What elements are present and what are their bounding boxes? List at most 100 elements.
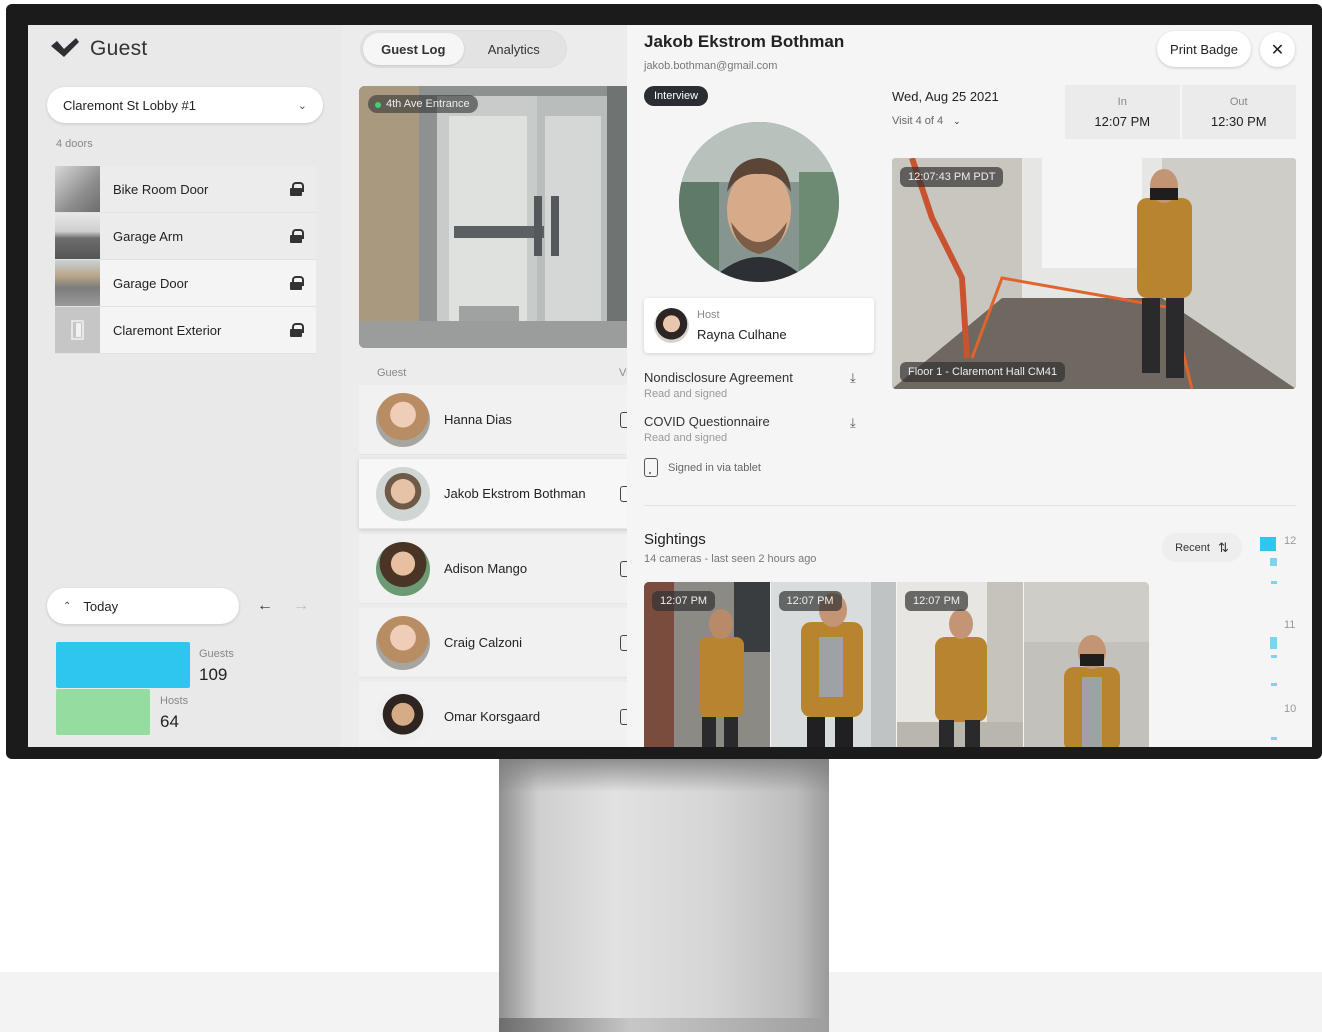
tab-analytics[interactable]: Analytics	[464, 33, 565, 65]
door-item-garage-arm[interactable]: Garage Arm	[55, 213, 316, 260]
monitor-bezel: Guest Claremont St Lobby #1 ⌄ 4 doors Bi…	[6, 4, 1322, 759]
sighting-thumbnail[interactable]	[1023, 582, 1149, 747]
sighting-camera-feed[interactable]: 12:07:43 PM PDT Floor 1 - Claremont Hall…	[892, 158, 1296, 389]
visit-number: Visit 4 of 4	[892, 115, 944, 127]
sightings-subtitle: 14 cameras - last seen 2 hours ago	[644, 553, 817, 565]
guest-column-header: Guest	[377, 367, 407, 379]
document-covid: COVID Questionnaire Read and signed	[644, 414, 770, 444]
camera-image	[359, 86, 627, 348]
sighting-time: 12:07 PM	[905, 591, 969, 611]
camera-image	[892, 158, 1296, 389]
timeline-label: 12	[1284, 535, 1297, 547]
monitor-stand-foot	[499, 1018, 829, 1032]
door-placeholder-icon	[71, 320, 84, 340]
sighting-image	[1023, 582, 1149, 747]
timeline-tick	[1270, 637, 1277, 649]
camera-label: 4th Ave Entrance	[368, 95, 478, 113]
door-thumbnail	[55, 213, 100, 259]
print-badge-button[interactable]: Print Badge	[1157, 31, 1251, 67]
site-selector-value: Claremont St Lobby #1	[63, 97, 196, 113]
camera-timestamp: 12:07:43 PM PDT	[900, 167, 1004, 187]
view-tabs: Guest Log Analytics	[360, 30, 567, 68]
download-icon[interactable]: ⤓	[850, 415, 856, 431]
period-selector[interactable]: ⌃ Today	[47, 588, 239, 624]
door-thumbnail	[55, 307, 100, 353]
guest-email[interactable]: jakob.bothman@gmail.com	[644, 60, 777, 72]
avatar	[376, 466, 430, 521]
time-in-value: 12:07 PM	[1094, 113, 1151, 129]
host-label: Host	[697, 309, 720, 321]
arrow-right-icon[interactable]: →	[293, 597, 309, 615]
app-screen: Guest Claremont St Lobby #1 ⌄ 4 doors Bi…	[28, 25, 1312, 747]
tab-guest-log[interactable]: Guest Log	[363, 33, 464, 65]
visit-selector[interactable]: Visit 4 of 4 ⌄	[892, 115, 961, 127]
close-icon[interactable]: ✕	[1260, 32, 1295, 67]
chevron-down-icon: ⌄	[297, 99, 307, 112]
guests-count: 109	[199, 665, 228, 684]
app-name: Guest	[90, 37, 148, 60]
time-out: Out 12:30 PM	[1181, 85, 1296, 139]
sightings-thumbnails: 12:07 PM 12:07 PM 12:07 PM	[644, 582, 1149, 747]
guest-row[interactable]: Hanna Dias	[359, 385, 629, 455]
avatar	[376, 541, 430, 596]
guest-name: Craig Calzoni	[444, 635, 523, 650]
guests-bar	[56, 642, 190, 688]
visit-times: In 12:07 PM Out 12:30 PM	[1065, 85, 1296, 139]
sighting-thumbnail[interactable]: 12:07 PM	[770, 582, 896, 747]
avatar	[376, 615, 430, 670]
host-avatar	[654, 308, 689, 343]
doors-count: 4 doors	[56, 138, 93, 150]
lock-icon[interactable]	[290, 182, 304, 196]
visit-date: Wed, Aug 25 2021	[892, 89, 999, 104]
guest-row[interactable]: Omar Korsgaard	[359, 682, 629, 747]
verkada-logo-icon	[51, 38, 79, 57]
timeline-tick	[1271, 683, 1277, 686]
door-label: Garage Arm	[113, 228, 184, 244]
guest-row[interactable]: Adison Mango	[359, 534, 629, 604]
sort-icon: ⇅	[1217, 539, 1229, 555]
timeline-label: 10	[1284, 703, 1297, 715]
door-label: Garage Door	[113, 275, 189, 291]
document-title: COVID Questionnaire	[644, 414, 770, 429]
chevron-down-icon: ⌄	[953, 116, 961, 126]
sighting-thumbnail[interactable]: 12:07 PM	[897, 582, 1023, 747]
document-title: Nondisclosure Agreement	[644, 370, 793, 385]
door-thumbnail	[55, 166, 100, 212]
sighting-thumbnail[interactable]: 12:07 PM	[644, 582, 770, 747]
hosts-bar	[56, 689, 150, 735]
chevron-up-icon: ⌃	[63, 600, 72, 612]
entrance-camera-feed[interactable]: 4th Ave Entrance	[359, 86, 627, 348]
guest-photo	[679, 122, 839, 282]
document-status: Read and signed	[644, 432, 728, 444]
guest-name: Jakob Ekstrom Bothman	[444, 486, 586, 501]
door-thumbnail	[55, 260, 100, 306]
timeline-marker[interactable]	[1260, 537, 1276, 551]
host-card[interactable]: Host Rayna Culhane	[644, 298, 874, 353]
download-icon[interactable]: ⤓	[850, 370, 856, 386]
guest-log-column: Guest Log Analytics 4th Ave Entrance Gue…	[341, 25, 629, 747]
brand: Guest	[50, 37, 148, 61]
hosts-label: Hosts	[160, 695, 189, 707]
sign-in-method: Signed in via tablet	[644, 458, 761, 477]
sighting-time: 12:07 PM	[652, 591, 716, 611]
visit-type-badge: Interview	[644, 86, 709, 106]
guest-photo-image	[679, 122, 839, 282]
door-item-garage-door[interactable]: Garage Door	[55, 260, 316, 307]
door-item-claremont-exterior[interactable]: Claremont Exterior	[55, 307, 316, 354]
lock-icon[interactable]	[290, 276, 304, 290]
lock-icon[interactable]	[290, 229, 304, 243]
arrow-left-icon[interactable]: ←	[257, 597, 273, 615]
timeline-tick	[1271, 581, 1277, 584]
host-name: Rayna Culhane	[697, 327, 787, 342]
door-item-bike-room[interactable]: Bike Room Door	[55, 166, 316, 213]
guests-label: Guests	[199, 648, 234, 660]
guest-name: Omar Korsgaard	[444, 709, 541, 724]
sign-in-method-text: Signed in via tablet	[668, 461, 761, 474]
guest-name: Adison Mango	[444, 561, 528, 576]
guest-row-selected[interactable]: Jakob Ekstrom Bothman	[359, 459, 629, 529]
guest-row[interactable]: Craig Calzoni	[359, 608, 629, 678]
lock-icon[interactable]	[290, 323, 304, 337]
site-selector[interactable]: Claremont St Lobby #1 ⌄	[47, 87, 323, 123]
sort-button[interactable]: Recent ⇅	[1162, 533, 1242, 562]
section-divider	[644, 505, 1296, 506]
